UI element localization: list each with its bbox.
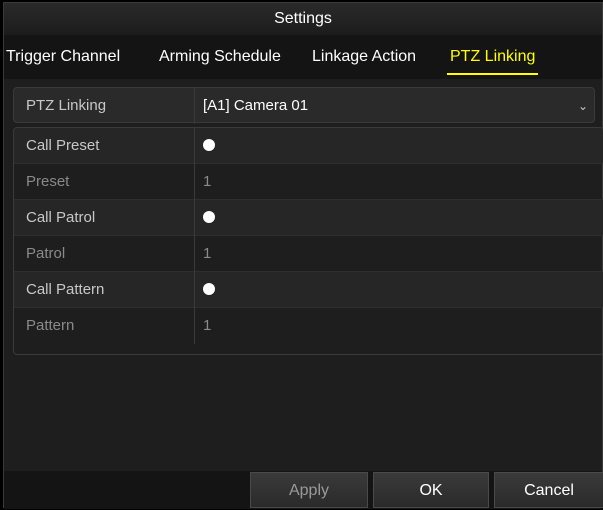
apply-button[interactable]: Apply xyxy=(250,472,368,508)
pattern-label: Pattern xyxy=(14,308,195,344)
preset-row: Preset 1 xyxy=(14,164,603,200)
button-bar: Apply OK Cancel xyxy=(4,471,603,509)
tab-bar: Trigger Channel Arming Schedule Linkage … xyxy=(4,35,602,79)
pattern-value[interactable]: 1 xyxy=(195,308,603,344)
cancel-button[interactable]: Cancel xyxy=(494,472,603,508)
call-preset-label: Call Preset xyxy=(14,128,195,164)
call-preset-radio-cell xyxy=(195,128,603,164)
call-patrol-label: Call Patrol xyxy=(14,200,195,236)
window-title: Settings xyxy=(4,3,602,35)
ptz-linking-row: PTZ Linking [A1] Camera 01 ⌄ xyxy=(13,87,595,124)
tab-arming-schedule[interactable]: Arming Schedule xyxy=(159,35,281,79)
call-patrol-radio[interactable] xyxy=(203,211,215,224)
patrol-value[interactable]: 1 xyxy=(195,236,603,272)
call-patrol-row: Call Patrol xyxy=(14,200,603,236)
active-tab-underline xyxy=(447,73,539,75)
call-pattern-label: Call Pattern xyxy=(14,272,195,308)
ptz-settings-table: Call Preset Preset 1 Call Patrol Patrol … xyxy=(13,127,603,355)
call-pattern-row: Call Pattern xyxy=(14,272,603,308)
patrol-label: Patrol xyxy=(14,236,195,272)
preset-label: Preset xyxy=(14,164,195,200)
tab-trigger-channel[interactable]: Trigger Channel xyxy=(6,35,120,79)
call-preset-radio[interactable] xyxy=(203,139,215,152)
settings-window: Settings Trigger Channel Arming Schedule… xyxy=(3,2,603,509)
tab-linkage-action[interactable]: Linkage Action xyxy=(312,35,416,79)
preset-value[interactable]: 1 xyxy=(195,164,603,200)
tab-ptz-linking-label: PTZ Linking xyxy=(450,48,536,65)
tab-ptz-linking[interactable]: PTZ Linking xyxy=(447,35,539,79)
ptz-linking-select[interactable]: [A1] Camera 01 ⌄ xyxy=(195,88,594,124)
call-pattern-radio-cell xyxy=(195,272,603,308)
ok-button[interactable]: OK xyxy=(373,472,489,508)
ptz-linking-selected-value: [A1] Camera 01 xyxy=(203,97,309,114)
patrol-row: Patrol 1 xyxy=(14,236,603,272)
call-patrol-radio-cell xyxy=(195,200,603,236)
call-preset-row: Call Preset xyxy=(14,128,603,164)
ptz-linking-label: PTZ Linking xyxy=(14,88,195,124)
pattern-row: Pattern 1 xyxy=(14,308,603,344)
chevron-down-icon: ⌄ xyxy=(577,99,588,113)
call-pattern-radio[interactable] xyxy=(203,283,215,296)
